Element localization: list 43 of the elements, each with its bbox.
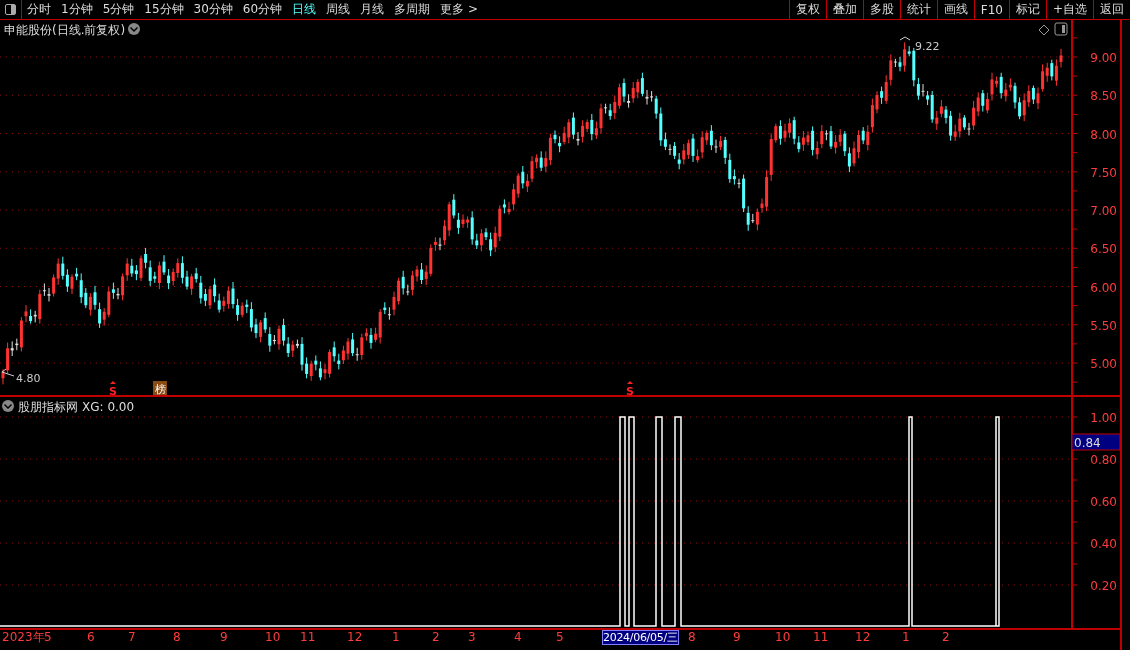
- indicator-axis-label: 0.20: [1090, 579, 1117, 593]
- date-axis-label: 11: [813, 630, 829, 645]
- date-axis-label: 10: [775, 630, 791, 645]
- date-axis-label: 3: [468, 630, 476, 645]
- date-axis-label: 1: [392, 630, 400, 645]
- date-axis-label: 5: [556, 630, 564, 645]
- price-axis-label: 6.00: [1090, 280, 1117, 295]
- date-axis-label: 10: [265, 630, 281, 645]
- price-axis-label: 7.50: [1090, 165, 1117, 180]
- low-price-label: 4.80: [16, 372, 41, 385]
- chart-title: 申能股份(日线.前复权): [4, 23, 126, 37]
- rank-badge: 榜: [153, 381, 167, 396]
- indicator-title: 股朋指标网: [18, 400, 78, 414]
- date-axis-label: 2023年: [2, 630, 45, 645]
- date-axis-label: 9: [733, 630, 741, 645]
- date-axis-label: 12: [855, 630, 871, 645]
- price-axis-label: 5.00: [1090, 357, 1117, 371]
- price-axis-label: 7.00: [1090, 204, 1117, 218]
- cursor-value-label: 0.84: [1074, 436, 1101, 450]
- price-axis-label: 8.00: [1090, 127, 1117, 142]
- date-axis-label: 2: [432, 630, 440, 645]
- indicator-axis-label: 0.80: [1090, 453, 1117, 467]
- price-axis-label: 9.00: [1090, 51, 1117, 65]
- price-axis-label: 5.50: [1090, 318, 1117, 333]
- date-axis-label: 12: [347, 630, 363, 645]
- date-axis-label: 8: [688, 630, 696, 645]
- date-axis-label: 1: [902, 630, 910, 645]
- price-axis-label: 8.50: [1090, 89, 1117, 104]
- date-axis-label: 5: [44, 630, 52, 645]
- indicator-reading: XG: 0.00: [82, 400, 135, 414]
- date-axis-label: 7: [128, 630, 136, 645]
- date-axis-label: 6: [87, 630, 95, 645]
- date-axis-label: 8: [173, 630, 181, 645]
- date-axis-label: 2024/06/05/三: [602, 630, 679, 645]
- high-price-label: 9.22: [915, 40, 940, 53]
- price-axis-label: 6.50: [1090, 242, 1117, 257]
- date-axis-label: 2: [942, 630, 950, 645]
- date-axis-label: 11: [300, 630, 316, 645]
- date-axis-label: 9: [220, 630, 228, 645]
- indicator-axis-label: 1.00: [1090, 411, 1117, 425]
- indicator-axis-label: 0.40: [1090, 537, 1117, 551]
- date-axis-label: 4: [514, 630, 522, 645]
- indicator-axis-label: 0.60: [1090, 495, 1117, 509]
